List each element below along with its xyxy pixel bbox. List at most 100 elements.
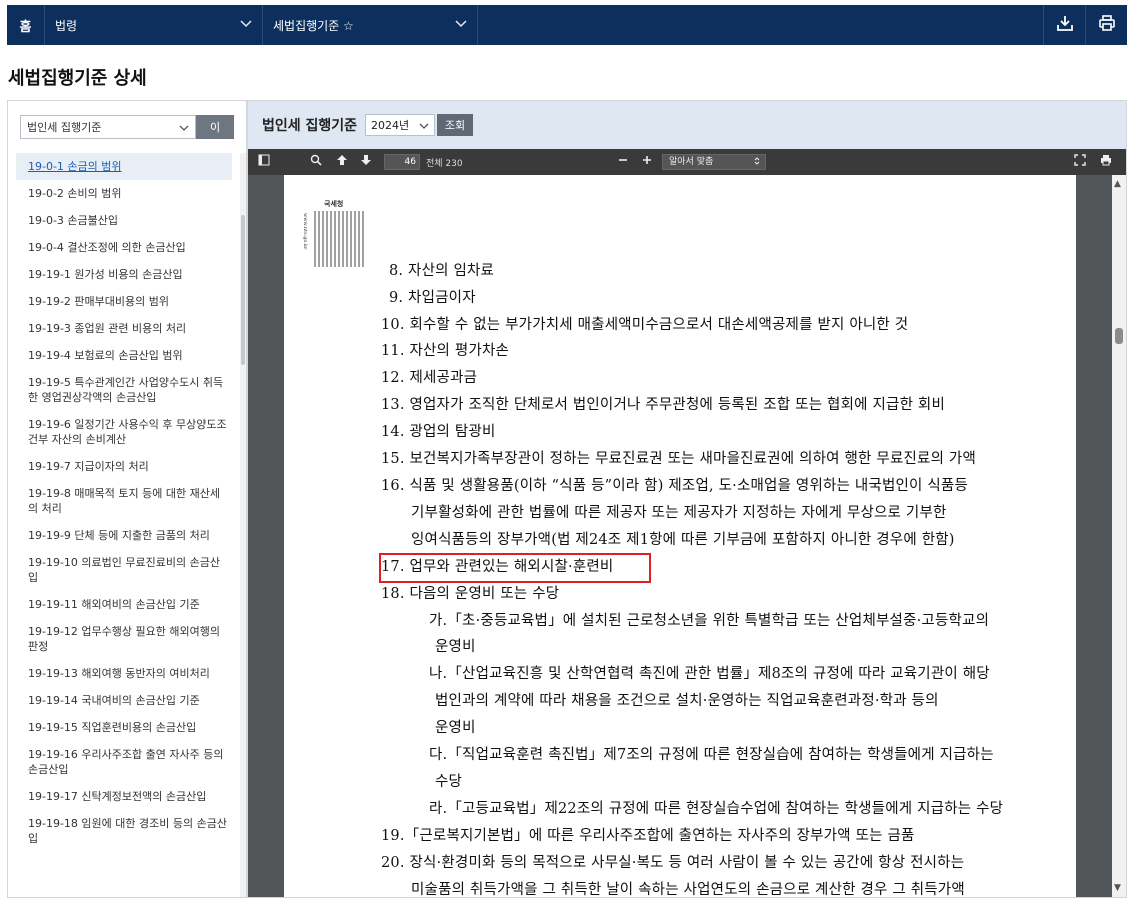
print-icon[interactable] (1100, 154, 1112, 169)
list-item[interactable]: 19-19-8 매매목적 토지 등에 대한 재산세의 처리 (8, 480, 240, 522)
document-line: 운영비 (435, 720, 476, 736)
document-line: 12. 제세공과금 (381, 370, 478, 386)
list-item[interactable]: 19-19-6 일정기간 사용수익 후 무상양도조건부 자산의 손비계산 (8, 411, 240, 453)
list-scrollbar[interactable] (240, 153, 246, 897)
document-line: 법인과의 계약에 따라 채용을 조건으로 설치·운영하는 직업교육훈련과정·학과… (435, 693, 939, 709)
download-icon (1056, 14, 1074, 36)
zoom-select-value: 알아서 맞춤 (669, 157, 714, 167)
document-line: 11. 자산의 평가차손 (381, 343, 510, 359)
document-line: 미술품의 취득가액을 그 취득한 날이 속하는 사업연도의 손금으로 계산한 경… (411, 882, 965, 897)
document-line: 13. 영업자가 조직한 단체로서 법인이거나 주무관청에 등록된 조합 또는 … (381, 397, 945, 413)
list-item[interactable]: 19-19-12 업무수행상 필요한 해외여행의 판정 (8, 618, 240, 660)
zoom-out-icon[interactable] (618, 154, 628, 169)
list-item[interactable]: 19-19-17 신탁계정보전액의 손금산입 (8, 783, 240, 810)
go-button[interactable]: 이 (196, 115, 234, 139)
document-line: 17. 업무와 관련있는 해외시찰·훈련비 (381, 559, 614, 575)
document-line: 8. 자산의 임차료 (389, 263, 495, 279)
list-item[interactable]: 19-19-14 국내여비의 손금산입 기준 (8, 687, 240, 714)
list-item[interactable]: 19-19-9 단체 등에 지출한 금품의 처리 (8, 522, 240, 549)
scrollbar-thumb[interactable] (241, 215, 245, 365)
document-line: 18. 다음의 운영비 또는 수당 (381, 586, 560, 602)
print-button[interactable] (1085, 5, 1127, 45)
document-line: 가.「초·중등교육법」에 설치된 근로청소년을 위한 특별학급 또는 산업체부설… (429, 613, 990, 629)
pdf-canvas: 국세청 www.nts.go.kr 8. 자산의 임차료 9. 차입금이자 10. … (248, 175, 1126, 897)
page-total: 전체 230 (426, 159, 463, 169)
chevron-down-icon (179, 121, 189, 134)
document-line: 9. 차입금이자 (389, 290, 476, 306)
document-line: 기부활성화에 관한 법률에 따른 제공자 또는 제공자가 지정하는 자에게 무상… (411, 505, 947, 521)
document-line: 19.「근로복지기본법」에 따른 우리사주조합에 출연하는 자사주의 장부가액 … (381, 828, 915, 844)
updown-icon (754, 155, 760, 172)
law-menu-label: 법령 (55, 18, 78, 33)
list-item[interactable]: 19-0-4 결산조정에 의한 손금산입 (8, 234, 240, 261)
next-page-icon[interactable] (360, 154, 372, 169)
list-item[interactable]: 19-19-16 우리사주조합 출연 자사주 등의 손금산입 (8, 741, 240, 783)
list-item[interactable]: 19-19-10 의료법인 무료진료비의 손금산입 (8, 549, 240, 591)
chevron-down-icon (455, 19, 467, 31)
sidebar-toggle-icon[interactable] (258, 154, 270, 169)
list-item[interactable]: 19-19-15 직업훈련비용의 손금산입 (8, 714, 240, 741)
qr-side-text: www.nts.go.kr (302, 213, 308, 250)
query-button[interactable]: 조회 (437, 114, 474, 136)
print-icon (1098, 14, 1116, 36)
pdf-scrollbar[interactable]: ▲ ▼ (1112, 175, 1126, 897)
list-item[interactable]: 19-19-18 임원에 대한 경조비 등의 손금산입 (8, 810, 240, 852)
scroll-down-icon[interactable]: ▼ (1114, 883, 1121, 893)
document-line: 10. 회수할 수 없는 부가가치세 매출세액미수금으로서 대손세액공제를 받지… (381, 317, 909, 333)
qr-code-image (314, 211, 364, 267)
pdf-toolbar: 46 전체 230 알아서 맞춤 (248, 149, 1126, 175)
fullscreen-icon[interactable] (1074, 154, 1086, 169)
page-title: 세법집행기준 상세 (8, 68, 147, 89)
tax-standard-menu-label: 세법집행기준 ☆ (273, 18, 354, 33)
nts-qr-stamp: 국세청 www.nts.go.kr (302, 199, 364, 267)
page-number-input[interactable]: 46 (384, 154, 420, 170)
list-item[interactable]: 19-19-5 특수관계인간 사업양수도시 취득한 영업권상각액의 손금산입 (8, 369, 240, 411)
document-line: 수당 (435, 774, 463, 790)
pdf-page: 국세청 www.nts.go.kr 8. 자산의 임차료 9. 차입금이자 10. … (284, 175, 1076, 897)
list-item[interactable]: 19-19-11 해외여비의 손금산입 기준 (8, 591, 240, 618)
law-menu-dropdown[interactable]: 법령 (45, 5, 263, 45)
tax-type-select-value: 법인세 집행기준 (27, 121, 102, 134)
list-item[interactable]: 19-19-4 보험료의 손금산입 범위 (8, 342, 240, 369)
scrollbar-thumb[interactable] (1115, 328, 1123, 344)
year-select[interactable]: 2024년 (365, 114, 436, 136)
list-item[interactable]: 19-0-3 손금불산입 (8, 207, 240, 234)
scroll-up-icon[interactable]: ▲ (1114, 179, 1121, 189)
document-line: 16. 식품 및 생활용품(이하 “식품 등”이라 함) 제조업, 도·소매업을… (381, 478, 969, 494)
document-line: 14. 광업의 탐광비 (381, 424, 496, 440)
previous-page-icon[interactable] (336, 154, 348, 169)
document-viewer-panel: 법인세 집행기준 2024년 조회 46 전체 230 알아서 맞춤 국세청 w… (247, 100, 1127, 898)
document-line: 나.「산업교육진흥 및 산학연협력 촉진에 관한 법률」제8조의 규정에 따라 … (429, 666, 990, 682)
qr-brand-text: 국세청 (324, 199, 344, 208)
download-button[interactable] (1043, 5, 1085, 45)
viewer-header: 법인세 집행기준 2024년 조회 (248, 101, 1126, 149)
tax-standard-menu-dropdown[interactable]: 세법집행기준 ☆ (263, 5, 478, 45)
list-item[interactable]: 19-0-1 손금의 범위 (16, 153, 232, 180)
list-item[interactable]: 19-19-7 지급이자의 처리 (8, 453, 240, 480)
list-filter-bar: 법인세 집행기준 이 (8, 101, 246, 153)
zoom-in-icon[interactable] (642, 154, 652, 169)
tax-type-select[interactable]: 법인세 집행기준 (20, 115, 196, 139)
search-icon[interactable] (310, 154, 322, 169)
list-item[interactable]: 19-0-2 손비의 범위 (8, 180, 240, 207)
chevron-down-icon (240, 19, 252, 31)
document-line: 라.「고등교육법」제22조의 규정에 따른 현장실습수업에 참여하는 학생들에게… (429, 801, 1004, 817)
list-item[interactable]: 19-19-2 판매부대비용의 범위 (8, 288, 240, 315)
top-nav-bar: 홈 법령 세법집행기준 ☆ (7, 5, 1127, 45)
list-item[interactable]: 19-19-1 원가성 비용의 손금산입 (8, 261, 240, 288)
standard-list-panel: 법인세 집행기준 이 19-0-1 손금의 범위 19-0-2 손비의 범위 19-… (7, 100, 247, 898)
document-line: 운영비 (435, 639, 476, 655)
document-line: 다.「직업교육훈련 촉진법」제7조의 규정에 따른 현장실습에 참여하는 학생들… (429, 747, 994, 763)
document-line: 20. 장식·환경미화 등의 목적으로 사무실·복도 등 여러 사람이 볼 수 … (381, 855, 965, 871)
home-button[interactable]: 홈 (7, 5, 45, 45)
chevron-down-icon (419, 119, 429, 132)
zoom-select[interactable]: 알아서 맞춤 (662, 154, 766, 170)
standard-list: 19-0-1 손금의 범위 19-0-2 손비의 범위 19-0-3 손금불산입 19… (8, 153, 240, 897)
year-select-value: 2024년 (371, 119, 410, 132)
list-item[interactable]: 19-19-13 해외여행 동반자의 여비처리 (8, 660, 240, 687)
document-line: 15. 보건복지가족부장관이 정하는 무료진료권 또는 새마을진료권에 의하여 … (381, 451, 976, 467)
viewer-title: 법인세 집행기준 (262, 118, 358, 134)
list-item[interactable]: 19-19-3 종업원 관련 비용의 처리 (8, 315, 240, 342)
document-line: 잉여식품등의 장부가액(법 제24조 제1항에 따른 기부금에 포함하지 아니한… (411, 532, 955, 548)
